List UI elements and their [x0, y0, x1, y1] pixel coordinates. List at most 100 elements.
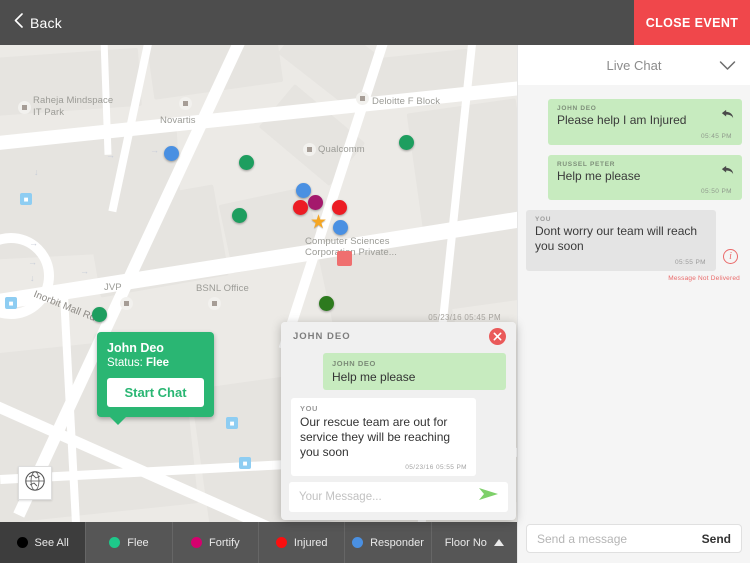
message-timestamp: 05:55 PM [674, 258, 706, 266]
info-icon[interactable]: i [723, 248, 738, 264]
filter-fortify[interactable]: Fortify [173, 522, 259, 563]
dot-icon [352, 537, 364, 548]
close-icon[interactable] [489, 328, 506, 346]
dot-icon [275, 537, 287, 548]
message-sender: YOU [535, 216, 552, 224]
send-button[interactable]: Send [702, 532, 731, 546]
filter-see-all[interactable]: See All [0, 522, 87, 563]
message-sender: YOU [300, 404, 319, 414]
flee-marker[interactable] [239, 155, 254, 170]
chat-message-bubble: JOHN DEO Please help I am Injured 05:45 … [548, 99, 742, 145]
back-button[interactable]: Back [0, 0, 76, 45]
filter-label: Fortify [209, 536, 240, 549]
flee-marker[interactable] [232, 208, 247, 223]
globe-compass-icon [24, 470, 46, 497]
bus-stop-icon: ■ [5, 297, 17, 309]
callout-status: Status: Flee [107, 357, 204, 369]
chat-popup-input-row [289, 481, 508, 512]
poi-icon [303, 143, 316, 156]
selected-person-star-icon[interactable]: ★ [310, 213, 327, 232]
map-label: Novartis [160, 115, 196, 126]
bus-stop-icon: ■ [226, 417, 238, 429]
floor-no-selector[interactable]: Floor No [432, 522, 517, 563]
chat-message-bubble: RUSSEL PETER Help me please 05:50 PM [548, 154, 742, 201]
floor-no-label: Floor No [444, 536, 487, 549]
chat-message-bubble: YOU Our rescue team are out for service … [291, 398, 476, 477]
back-label: Back [30, 14, 62, 31]
map-direction-arrow-icon: ↓ [34, 167, 39, 177]
map-label: Computer Sciences [305, 236, 390, 247]
chat-popup-messages: JOHN DEO Help me please YOU Our rescue t… [281, 351, 516, 481]
dot-icon [16, 537, 28, 548]
message-status-text: Message Not Delivered [668, 274, 740, 282]
responder-marker[interactable] [333, 220, 348, 235]
message-text: Please help I am Injured [557, 113, 687, 127]
filter-flee[interactable]: Flee [86, 522, 173, 563]
send-arrow-icon[interactable] [478, 486, 500, 507]
callout-person-name: John Deo [107, 341, 164, 355]
message-text: Help me please [332, 370, 416, 385]
fortify-marker[interactable] [308, 195, 323, 210]
callout-status-value: Flee [146, 357, 170, 369]
map-direction-arrow-icon: → [106, 150, 115, 160]
message-sender: JOHN DEO [332, 359, 376, 369]
dot-icon [191, 537, 203, 548]
map-timestamp: 05/23/16 05:45 PM [428, 313, 501, 322]
map-label: Raheja Mindspace [33, 95, 114, 106]
selected-flee-marker[interactable] [92, 307, 107, 322]
live-chat-title: Live Chat [606, 57, 662, 73]
filter-label: Flee [127, 536, 149, 549]
poi-icon [179, 97, 192, 110]
live-chat-panel: Live Chat JOHN DEO Please help I am Inju… [517, 45, 750, 563]
chevron-left-icon [14, 12, 23, 33]
bus-stop-icon: ■ [20, 193, 32, 205]
map-direction-arrow-icon: → [28, 257, 37, 267]
chat-popup-message-input[interactable] [299, 490, 478, 503]
send-message-input[interactable] [537, 531, 702, 546]
flee-marker[interactable] [319, 296, 334, 311]
callout-status-label: Status: [107, 357, 143, 369]
responder-marker[interactable] [296, 183, 311, 198]
chat-popup-title: JOHN DEO [293, 331, 351, 343]
map-label: Deloitte F Block [372, 96, 441, 107]
compass-button[interactable] [18, 466, 52, 500]
reply-icon[interactable] [721, 162, 734, 180]
message-text: Our rescue team are out for service they… [300, 415, 451, 460]
map-direction-arrow-icon: → [150, 145, 159, 155]
message-sender: RUSSEL PETER [557, 160, 616, 168]
start-chat-button[interactable]: Start Chat [107, 378, 204, 407]
chat-message-bubble: YOU Dont worry our team will reach you s… [526, 210, 716, 271]
message-text: Dont worry our team will reach you soon [535, 224, 698, 253]
message-timestamp: 05/23/16 05:55 PM [405, 464, 467, 472]
message-text: Help me please [557, 168, 641, 183]
filter-label: See All [34, 536, 69, 549]
message-timestamp: 05:45 PM [700, 132, 732, 140]
poi-icon [356, 92, 369, 105]
map-label: IT Park [33, 107, 65, 118]
filter-toolbar: See All Flee Fortify Injured Responder F… [0, 522, 517, 563]
chevron-down-icon[interactable] [719, 58, 736, 76]
injured-marker[interactable] [293, 200, 308, 215]
filter-label: Responder [370, 536, 424, 549]
map-callout: John Deo Status: Flee Start Chat [97, 332, 214, 425]
reply-icon[interactable] [721, 106, 734, 124]
close-event-button[interactable]: CLOSE EVENT [634, 0, 750, 45]
map-label: Qualcomm [318, 144, 365, 155]
filter-injured[interactable]: Injured [259, 522, 346, 563]
live-chat-compose-wrap: Send [518, 517, 750, 563]
app-root: Back CLOSE EVENT ↓ → → ↓ → → → ■ ■ ■ ■ R… [0, 0, 750, 563]
dot-icon [109, 537, 121, 548]
live-chat-messages[interactable]: JOHN DEO Please help I am Injured 05:45 … [518, 85, 750, 517]
injured-marker[interactable] [332, 200, 347, 215]
flee-marker[interactable] [399, 135, 414, 150]
poi-icon [18, 101, 31, 114]
map-direction-arrow-icon: → [80, 266, 89, 276]
map-direction-arrow-icon: → [29, 238, 38, 248]
building-marker[interactable] [337, 251, 352, 266]
map-direction-arrow-icon: ↓ [30, 273, 35, 283]
poi-icon [120, 297, 133, 310]
message-sender: JOHN DEO [557, 105, 597, 112]
responder-marker[interactable] [164, 146, 179, 161]
filter-responder[interactable]: Responder [345, 522, 432, 563]
map-label: JVP [104, 282, 122, 293]
